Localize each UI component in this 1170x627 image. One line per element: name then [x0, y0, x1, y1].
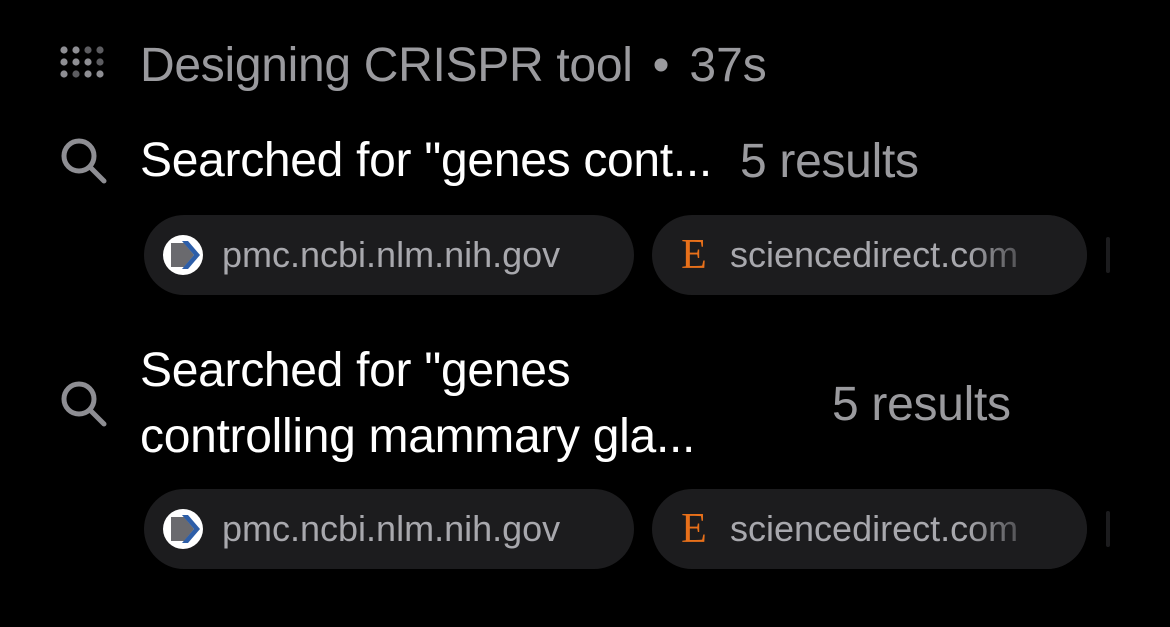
- dots-grid-icon: [60, 46, 104, 78]
- more-sources-edge: [1106, 237, 1110, 273]
- source-chip-sciencedirect[interactable]: E sciencedirect.com: [652, 215, 1087, 295]
- pmc-icon: [163, 235, 203, 275]
- sciencedirect-icon: E: [681, 506, 707, 552]
- search-step[interactable]: Searched for "genes controlling mammary …: [58, 338, 1011, 470]
- search-step[interactable]: Searched for "genes cont... 5 results: [58, 128, 919, 194]
- search-query-line-2: controlling mammary gla...: [140, 410, 696, 463]
- pmc-icon: [163, 509, 203, 549]
- results-count[interactable]: 5 results: [740, 134, 919, 189]
- source-chip-pmc[interactable]: pmc.ncbi.nlm.nih.gov: [144, 489, 634, 569]
- source-label: pmc.ncbi.nlm.nih.gov: [222, 508, 561, 549]
- sciencedirect-icon: E: [681, 232, 707, 278]
- results-count[interactable]: 5 results: [832, 377, 1011, 432]
- task-title: Designing CRISPR tool: [140, 38, 633, 92]
- search-icon: [61, 381, 107, 427]
- search-query-line-1: Searched for "genes: [140, 344, 571, 397]
- search-query: Searched for "genes controlling mammary …: [140, 338, 810, 470]
- more-sources-edge: [1106, 511, 1110, 547]
- source-chip-pmc[interactable]: pmc.ncbi.nlm.nih.gov: [144, 215, 634, 295]
- source-chip-sciencedirect[interactable]: E sciencedirect.com: [652, 489, 1087, 569]
- source-label: sciencedirect.com: [730, 508, 1019, 549]
- search-icon: [61, 138, 107, 184]
- task-header[interactable]: Designing CRISPR tool • 37s: [58, 30, 767, 100]
- source-label: pmc.ncbi.nlm.nih.gov: [222, 234, 561, 275]
- search-query: Searched for "genes cont...: [140, 134, 712, 187]
- source-label: sciencedirect.com: [730, 234, 1019, 275]
- elapsed-time: 37s: [689, 38, 767, 92]
- header-separator: •: [652, 38, 670, 92]
